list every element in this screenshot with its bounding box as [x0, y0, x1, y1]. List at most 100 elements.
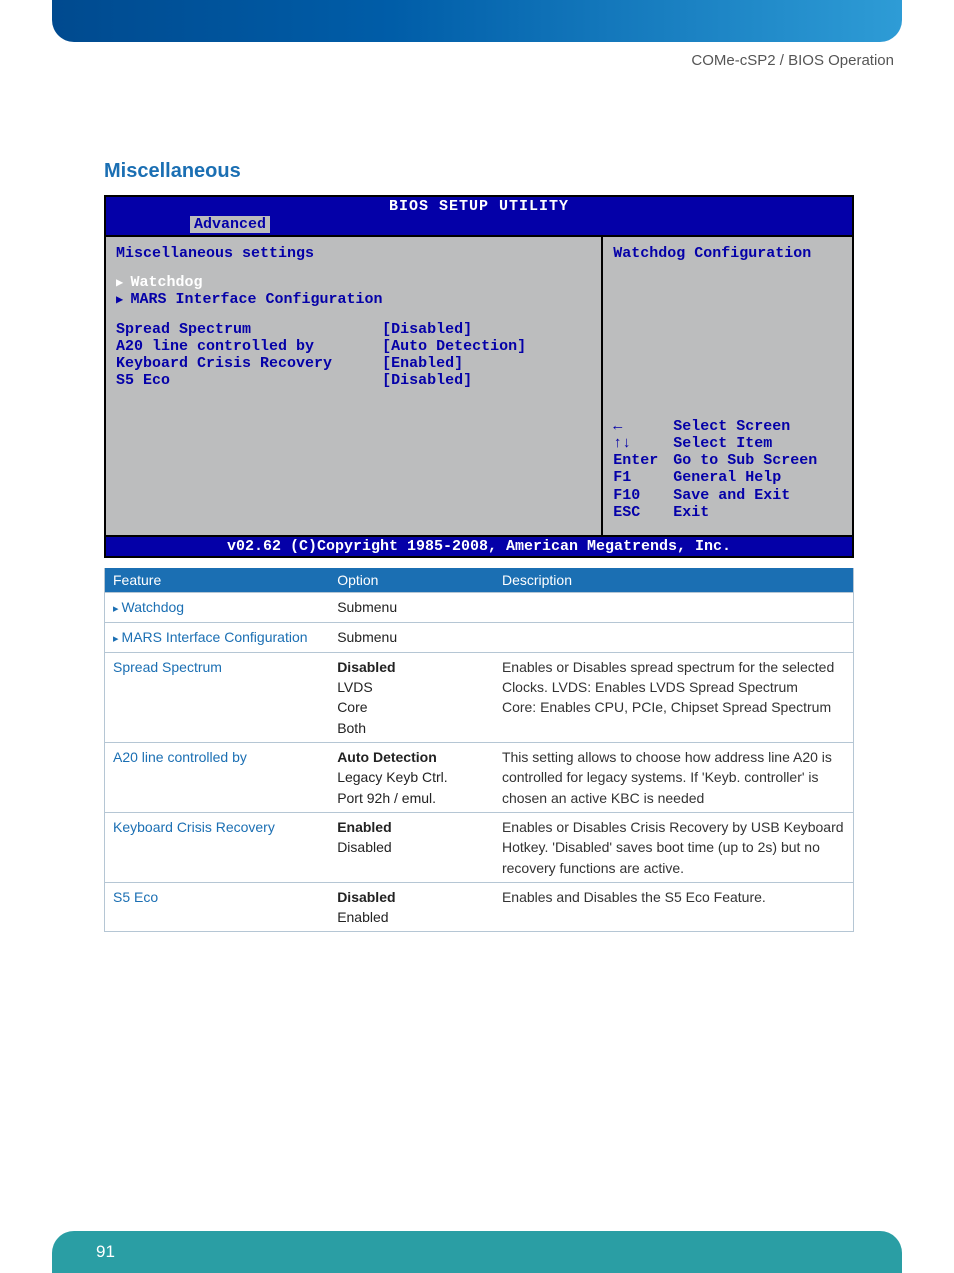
bios-help-row: F10Save and Exit	[613, 487, 842, 504]
description-line: This setting allows to choose how addres…	[502, 747, 845, 808]
bios-setting-row[interactable]: S5 Eco[Disabled]	[116, 372, 591, 389]
bios-submenu-item[interactable]: ▶ MARS Interface Configuration	[116, 291, 591, 308]
cell-description: Enables and Disables the S5 Eco Feature.	[494, 882, 854, 932]
option-value: Enabled	[337, 907, 486, 927]
bios-help-row: ESCExit	[613, 504, 842, 521]
option-value: Submenu	[337, 627, 486, 647]
bios-setting-row[interactable]: Keyboard Crisis Recovery[Enabled]	[116, 355, 591, 372]
cell-option: Submenu	[329, 622, 494, 652]
section-title: Miscellaneous	[104, 160, 854, 183]
cell-description	[494, 593, 854, 623]
bios-footer: v02.62 (C)Copyright 1985-2008, American …	[106, 535, 852, 556]
th-feature: Feature	[105, 568, 330, 593]
bios-help-action: Select Item	[673, 435, 772, 452]
bios-help-key: F1	[613, 469, 673, 486]
feature-link[interactable]: Watchdog	[122, 599, 185, 615]
bios-screenshot: BIOS SETUP UTILITY Advanced Miscellaneou…	[104, 195, 854, 558]
caret-right-icon: ▸	[113, 603, 119, 615]
table-row: ▸MARS Interface Configuration Submenu	[105, 622, 854, 652]
bios-help-row: EnterGo to Sub Screen	[613, 452, 842, 469]
bios-help-row: F1General Help	[613, 469, 842, 486]
cell-feature: A20 line controlled by	[105, 743, 330, 813]
bios-left-heading: Miscellaneous settings	[116, 245, 591, 262]
cell-feature: S5 Eco	[105, 882, 330, 932]
table-header-row: Feature Option Description	[105, 568, 854, 593]
cell-option: EnabledDisabled	[329, 812, 494, 882]
table-row: ▸WatchdogSubmenu	[105, 593, 854, 623]
bios-setting-label: A20 line controlled by	[116, 338, 382, 355]
option-value: Disabled	[337, 837, 486, 857]
bios-setting-value: [Enabled]	[382, 355, 463, 372]
feature-link[interactable]: Keyboard Crisis Recovery	[113, 819, 275, 835]
bios-right-heading: Watchdog Configuration	[613, 245, 842, 262]
description-line: Enables or Disables spread spectrum for …	[502, 657, 845, 698]
bios-help-row: ←Select Screen	[613, 418, 842, 435]
cell-option: DisabledEnabled	[329, 882, 494, 932]
bios-submenu-item[interactable]: ▶ Watchdog	[116, 274, 591, 291]
top-banner	[52, 0, 902, 42]
triangle-right-icon: ▶	[116, 293, 130, 307]
triangle-right-icon: ▶	[116, 276, 130, 290]
cell-feature: ▸Watchdog	[105, 593, 330, 623]
feature-link[interactable]: S5 Eco	[113, 889, 158, 905]
bios-title: BIOS SETUP UTILITY	[106, 197, 852, 216]
bios-setting-row[interactable]: Spread Spectrum[Disabled]	[116, 321, 591, 338]
bios-help-key: ←	[613, 418, 673, 435]
bios-help-action: Save and Exit	[673, 487, 790, 504]
table-row: A20 line controlled by Auto DetectionLega…	[105, 743, 854, 813]
option-value: Enabled	[337, 817, 486, 837]
cell-description: Enables or Disables Crisis Recovery by U…	[494, 812, 854, 882]
bios-setting-value: [Disabled]	[382, 321, 472, 338]
bios-body: Miscellaneous settings ▶ Watchdog▶ MARS …	[106, 235, 852, 535]
bios-help-action: Go to Sub Screen	[673, 452, 817, 469]
table-row: Spread SpectrumDisabledLVDSCoreBothEnabl…	[105, 652, 854, 742]
bios-setting-label: Keyboard Crisis Recovery	[116, 355, 382, 372]
bios-right-pane: Watchdog Configuration ←Select Screen↑↓S…	[603, 237, 852, 535]
bios-setting-value: [Disabled]	[382, 372, 472, 389]
feature-link[interactable]: Spread Spectrum	[113, 659, 222, 675]
page-number: 91	[96, 1242, 115, 1262]
bios-submenu-label: Watchdog	[130, 274, 202, 291]
bios-help-key: Enter	[613, 452, 673, 469]
breadcrumb: COMe-cSP2 / BIOS Operation	[691, 52, 894, 69]
bios-setting-label: S5 Eco	[116, 372, 382, 389]
bios-left-pane: Miscellaneous settings ▶ Watchdog▶ MARS …	[106, 237, 603, 535]
bios-help-action: General Help	[673, 469, 781, 486]
feature-link[interactable]: MARS Interface Configuration	[122, 629, 308, 645]
bios-help: ←Select Screen↑↓Select ItemEnterGo to Su…	[613, 418, 842, 522]
bios-setting-value: [Auto Detection]	[382, 338, 526, 355]
cell-option: Auto DetectionLegacy Keyb Ctrl.Port 92h …	[329, 743, 494, 813]
th-description: Description	[494, 568, 854, 593]
cell-feature: Keyboard Crisis Recovery	[105, 812, 330, 882]
option-value: Disabled	[337, 887, 486, 907]
option-value: Legacy Keyb Ctrl.	[337, 767, 486, 787]
th-option: Option	[329, 568, 494, 593]
bios-help-row: ↑↓Select Item	[613, 435, 842, 452]
page-content: Miscellaneous BIOS SETUP UTILITY Advance…	[104, 160, 854, 932]
option-value: LVDS	[337, 677, 486, 697]
cell-option: DisabledLVDSCoreBoth	[329, 652, 494, 742]
bios-setting-label: Spread Spectrum	[116, 321, 382, 338]
description-line: Enables and Disables the S5 Eco Feature.	[502, 887, 845, 907]
bios-settings-list: Spread Spectrum[Disabled]A20 line contro…	[116, 321, 591, 390]
cell-feature: Spread Spectrum	[105, 652, 330, 742]
option-value: Disabled	[337, 657, 486, 677]
cell-option: Submenu	[329, 593, 494, 623]
table-row: S5 Eco DisabledEnabled Enables and Disable…	[105, 882, 854, 932]
option-value: Both	[337, 718, 486, 738]
bios-help-key: ↑↓	[613, 435, 673, 452]
cell-description: Enables or Disables spread spectrum for …	[494, 652, 854, 742]
description-line: Core: Enables CPU, PCIe, Chipset Spread …	[502, 697, 845, 717]
cell-description	[494, 622, 854, 652]
option-value: Port 92h / emul.	[337, 788, 486, 808]
bios-tab-advanced[interactable]: Advanced	[190, 216, 270, 233]
bios-tabrow: Advanced	[106, 216, 852, 235]
feature-link[interactable]: A20 line controlled by	[113, 749, 247, 765]
bios-help-key: ESC	[613, 504, 673, 521]
table-row: Keyboard Crisis RecoveryEnabledDisabledE…	[105, 812, 854, 882]
description-line: Enables or Disables Crisis Recovery by U…	[502, 817, 845, 878]
cell-feature: ▸MARS Interface Configuration	[105, 622, 330, 652]
caret-right-icon: ▸	[113, 633, 119, 645]
bios-setting-row[interactable]: A20 line controlled by[Auto Detection]	[116, 338, 591, 355]
option-value: Core	[337, 697, 486, 717]
